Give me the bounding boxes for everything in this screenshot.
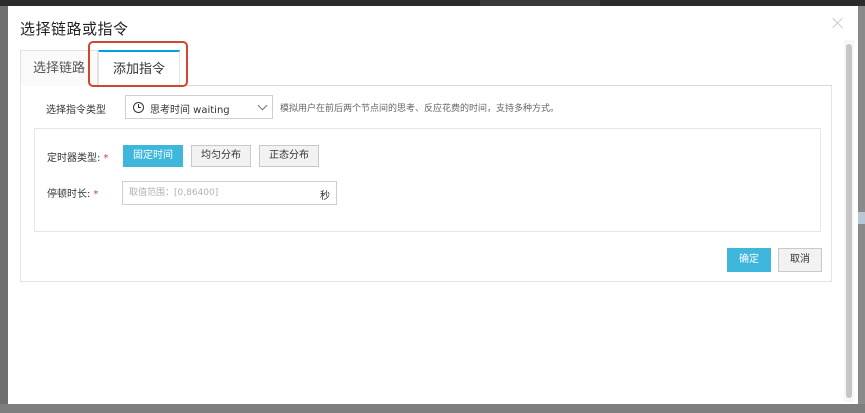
pause-duration-required-mark: * xyxy=(93,189,99,200)
dialog-scrollbar[interactable] xyxy=(844,40,854,402)
tab-select-link[interactable]: 选择链路 xyxy=(20,50,98,86)
background-app-footer xyxy=(0,404,865,413)
timer-settings-panel: 定时器类型:* 固定时间 均匀分布 正态分布 停顿时长:* 秒 xyxy=(34,128,821,232)
chevron-down-icon xyxy=(257,100,268,111)
pause-duration-field: 秒 xyxy=(122,181,337,205)
timer-type-label: 定时器类型: * xyxy=(47,149,108,164)
pause-duration-label: 停顿时长: * xyxy=(47,185,98,200)
pause-duration-input[interactable] xyxy=(123,182,313,204)
cancel-button[interactable]: 取消 xyxy=(778,248,822,272)
command-type-selected: 思考时间 waiting xyxy=(150,105,230,116)
scrollbar-thumb[interactable] xyxy=(846,44,852,398)
add-command-panel: 选择指令类型 思考时间 waiting 模拟用户在前后两个节点间的思考、反应花费… xyxy=(20,86,832,282)
timer-type-label-text: 定时器类型: xyxy=(47,153,101,164)
timer-fixed-time-button[interactable]: 固定时间 xyxy=(123,145,183,167)
background-app-sidebar xyxy=(0,6,8,413)
timer-type-required-mark: * xyxy=(103,153,109,164)
dialog-title: 选择链路或指令 xyxy=(20,20,129,38)
pause-duration-unit: 秒 xyxy=(320,191,330,202)
command-type-label: 选择指令类型 xyxy=(46,105,106,116)
clock-icon xyxy=(133,102,144,113)
pause-duration-label-text: 停顿时长: xyxy=(47,189,91,200)
command-type-select[interactable]: 思考时间 waiting xyxy=(125,95,273,119)
timer-uniform-distribution-button[interactable]: 均匀分布 xyxy=(191,145,251,167)
annotation-highlight-box xyxy=(88,41,188,87)
confirm-button[interactable]: 确定 xyxy=(727,248,771,272)
command-type-hint: 模拟用户在前后两个节点间的思考、反应花费的时间，支持多种方式。 xyxy=(280,104,560,114)
close-icon[interactable] xyxy=(831,16,845,30)
timer-normal-distribution-button[interactable]: 正态分布 xyxy=(259,145,319,167)
background-app-edge xyxy=(858,212,865,224)
select-link-or-command-dialog: 选择链路或指令 选择链路 添加指令 选择指令类型 思考时间 waiting 模拟… xyxy=(8,6,858,404)
